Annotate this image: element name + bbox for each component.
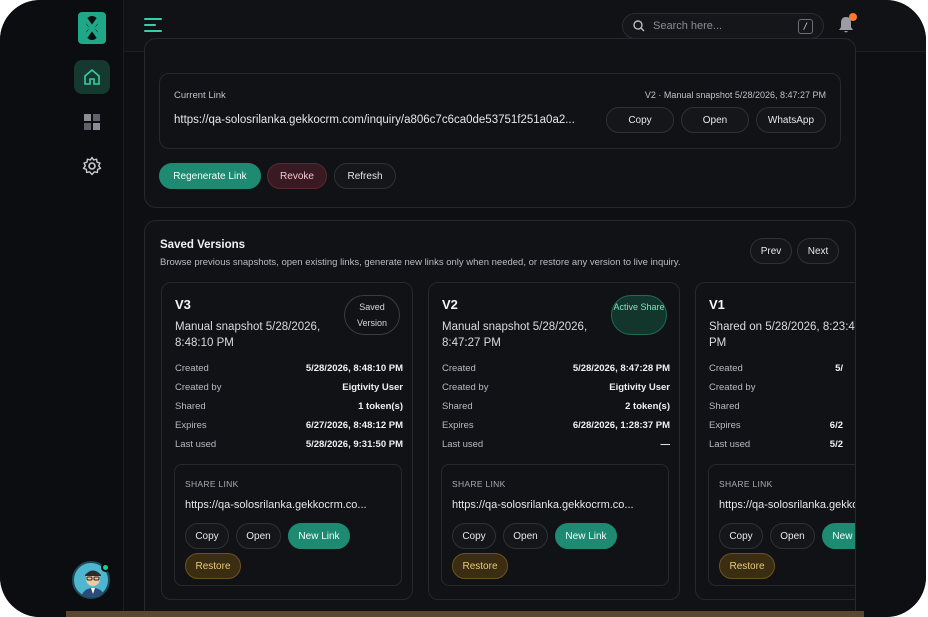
next-button[interactable]: Next [797,238,839,264]
current-link-meta: V2 · Manual snapshot 5/28/2026, 8:47:27 … [644,90,826,100]
field-expires: Expires 6/2 [709,420,843,431]
share-link-label: SHARE LINK [719,479,773,489]
version-name: V3 [175,297,191,312]
whatsapp-button[interactable]: WhatsApp [756,107,826,133]
bottom-scroll-edge [66,611,864,617]
version-name: V2 [442,297,458,312]
sidebar-item-dashboard[interactable] [74,105,110,139]
new-link-button[interactable]: New Link [822,523,855,549]
field-created: Created 5/28/2026, 8:47:28 PM [442,363,670,374]
version-description: Shared on 5/28/2026, 8:23:45 PM [709,321,856,349]
restore-button[interactable]: Restore [452,553,508,579]
saved-versions-panel: Saved Versions Browse previous snapshots… [144,220,856,617]
field-last-used: Last used 5/28/2026, 9:31:50 PM [175,439,403,450]
field-created-by: Created by [709,382,756,393]
refresh-button[interactable]: Refresh [334,163,396,189]
share-link-url[interactable]: https://qa-solosrilanka.gekkocrm.co... [185,499,397,511]
app-window: / Current Link V2 · Manual snapshot 5/28… [0,0,926,617]
share-link-box: SHARE LINK https://qa-solosrilanka.gekko… [708,464,855,586]
share-link-box: SHARE LINK https://qa-solosrilanka.gekko… [174,464,402,586]
regenerate-link-button[interactable]: Regenerate Link [159,163,261,189]
restore-button[interactable]: Restore [185,553,241,579]
copy-button[interactable]: Copy [185,523,229,549]
field-created-by: Created by Eigtivity User [175,382,403,393]
current-link-url[interactable]: https://qa-solosrilanka.gekkocrm.com/inq… [174,114,575,126]
revoke-button[interactable]: Revoke [267,163,327,189]
field-created: Created 5/28/2026, 8:48:10 PM [175,363,403,374]
field-created: Created 5/ [709,363,843,374]
share-link-panel: Current Link V2 · Manual snapshot 5/28/2… [144,38,856,208]
search-bar[interactable]: / [622,13,824,39]
main-content: Current Link V2 · Manual snapshot 5/28/2… [124,38,926,617]
saved-versions-subtitle: Browse previous snapshots, open existing… [160,257,681,268]
share-link-url[interactable]: https://qa-solosrilanka.gekkocrm.co... [719,499,855,511]
online-status-dot [101,563,110,572]
sidebar [0,0,124,617]
copy-button[interactable]: Copy [719,523,763,549]
share-link-box: SHARE LINK https://qa-solosrilanka.gekko… [441,464,669,586]
saved-versions-title: Saved Versions [160,239,246,251]
current-link-box: Current Link V2 · Manual snapshot 5/28/2… [159,73,841,149]
copy-link-button[interactable]: Copy [606,107,674,133]
restore-button[interactable]: Restore [719,553,775,579]
open-link-button[interactable]: Open [681,107,749,133]
hamburger-menu-icon[interactable] [144,16,162,34]
version-description: Manual snapshot 5/28/2026, 8:47:27 PM [442,321,588,349]
sidebar-item-settings[interactable] [74,149,110,183]
field-shared: Shared 2 token(s) [442,401,670,412]
version-card-v2: V2 Manual snapshot 5/28/2026, 8:47:27 PM… [428,282,680,600]
search-icon [633,20,645,32]
sidebar-item-home[interactable] [74,60,110,94]
version-card-v1: V1 Shared on 5/28/2026, 8:23:45 PM Creat… [695,282,856,600]
field-expires: Expires 6/27/2026, 8:48:12 PM [175,420,403,431]
open-button[interactable]: Open [770,523,815,549]
open-button[interactable]: Open [236,523,281,549]
share-link-label: SHARE LINK [185,479,239,489]
prev-button[interactable]: Prev [750,238,792,264]
share-link-url[interactable]: https://qa-solosrilanka.gekkocrm.co... [452,499,664,511]
field-last-used: Last used 5/2 [709,439,843,450]
search-shortcut-key: / [798,19,813,34]
field-shared: Shared 1 token(s) [175,401,403,412]
search-input[interactable] [653,20,783,32]
field-created-by: Created by Eigtivity User [442,382,670,393]
status-badge: Saved Version [344,295,400,335]
version-card-v3: V3 Manual snapshot 5/28/2026, 8:48:10 PM… [161,282,413,600]
current-link-label: Current Link [174,90,226,101]
gear-icon [82,156,102,176]
device: / Current Link V2 · Manual snapshot 5/28… [0,0,928,617]
open-button[interactable]: Open [503,523,548,549]
copy-button[interactable]: Copy [452,523,496,549]
grid-icon [84,114,100,130]
field-expires: Expires 6/28/2026, 1:28:37 PM [442,420,670,431]
version-description: Manual snapshot 5/28/2026, 8:48:10 PM [175,321,321,349]
new-link-button[interactable]: New Link [555,523,617,549]
logo-icon [78,12,106,44]
status-badge: Active Share [611,295,667,335]
home-icon [84,68,100,85]
new-link-button[interactable]: New Link [288,523,350,549]
version-name: V1 [709,297,725,312]
notification-dot [849,13,857,21]
field-last-used: Last used — [442,439,670,450]
field-shared: Shared [709,401,740,412]
share-link-label: SHARE LINK [452,479,506,489]
